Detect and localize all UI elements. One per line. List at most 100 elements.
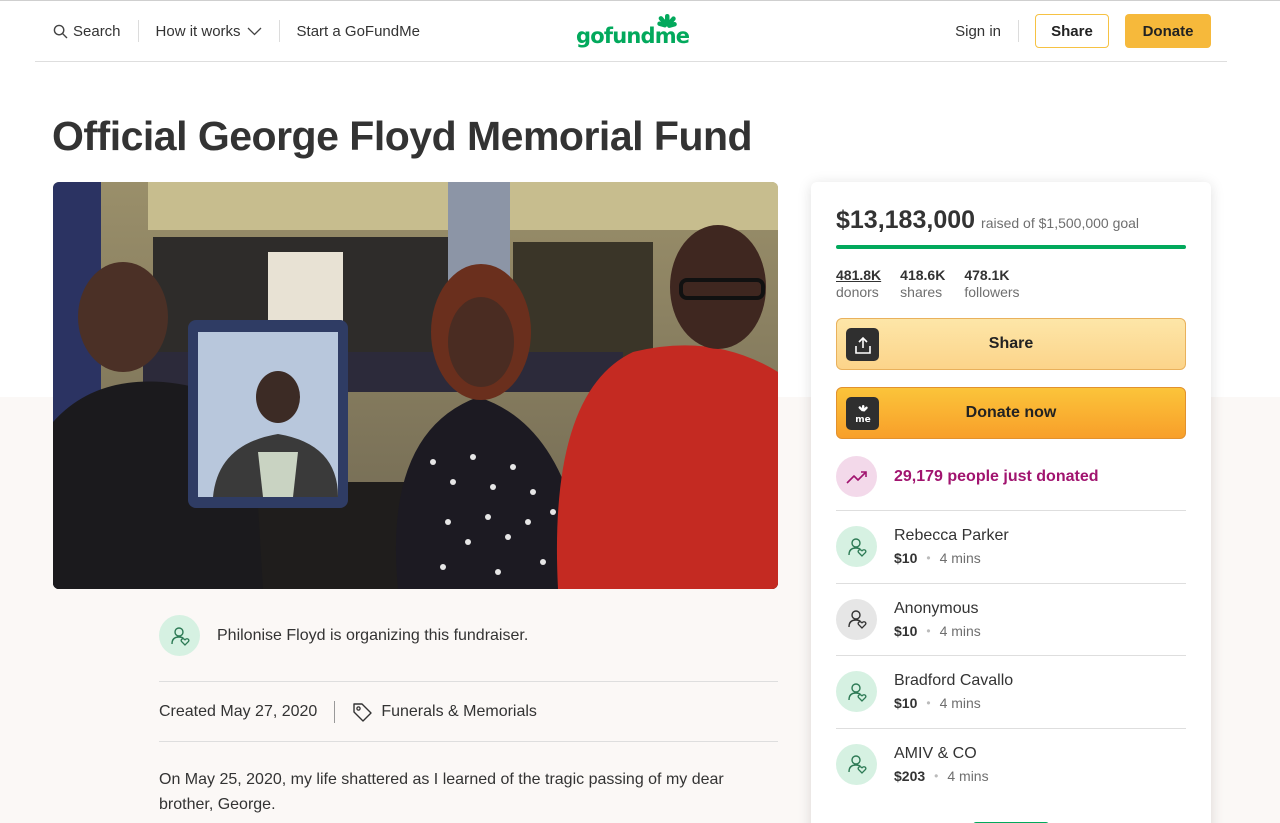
donate-now-button[interactable]: me Donate now bbox=[836, 387, 1186, 439]
gofundme-me-icon: me bbox=[855, 404, 870, 424]
tag-icon bbox=[353, 702, 373, 722]
how-it-works-menu[interactable]: How it works bbox=[156, 23, 262, 40]
stat-shares: 418.6K shares bbox=[900, 267, 945, 301]
search-link[interactable]: Search bbox=[53, 23, 121, 40]
stat-number: 418.6K bbox=[900, 267, 946, 283]
nav-divider bbox=[1018, 20, 1019, 42]
stat-label: donors bbox=[836, 284, 879, 300]
start-gofundme-link[interactable]: Start a GoFundMe bbox=[297, 23, 420, 40]
raised-summary: $13,183,000 raised of $1,500,000 goal bbox=[836, 206, 1139, 235]
campaign-meta: Created May 27, 2020 Funerals & Memorial… bbox=[159, 700, 537, 724]
progress-fill bbox=[836, 245, 1186, 249]
donor-info: Bradford Cavallo $10 • 4 mins bbox=[894, 671, 1013, 712]
header-nav-right: Sign in Share Donate bbox=[955, 1, 1211, 61]
donor-name: Anonymous bbox=[894, 599, 979, 617]
divider bbox=[159, 681, 778, 682]
created-date: Created May 27, 2020 bbox=[159, 703, 318, 720]
how-it-works-label: How it works bbox=[155, 22, 241, 40]
donor-avatar bbox=[836, 598, 877, 640]
campaign-story: On May 25, 2020, my life shattered as I … bbox=[159, 771, 724, 813]
site-header: Search How it works Start a GoFundMe gof… bbox=[35, 1, 1227, 62]
stat-number: 481.8K bbox=[836, 267, 882, 283]
donor-details: $10 • 4 mins bbox=[894, 622, 981, 640]
user-heart-icon bbox=[847, 683, 867, 702]
start-gofundme-label: Start a GoFundMe bbox=[296, 22, 420, 40]
stat-number: 478.1K bbox=[964, 267, 1010, 283]
header-share-button[interactable]: Share bbox=[1035, 14, 1109, 48]
donor-name: Rebecca Parker bbox=[894, 527, 1009, 545]
header-nav-left: Search How it works Start a GoFundMe bbox=[53, 1, 420, 61]
donor-avatar bbox=[836, 671, 877, 713]
category-label: Funerals & Memorials bbox=[381, 703, 537, 720]
just-donated-text: 29,179 people just donated bbox=[894, 467, 1099, 485]
progress-bar bbox=[836, 245, 1186, 249]
user-heart-icon bbox=[847, 538, 867, 557]
share-button-label: Share bbox=[988, 335, 1034, 352]
donor-details: $10 • 4 mins bbox=[894, 549, 1009, 567]
donor-name: Bradford Cavallo bbox=[894, 672, 1014, 690]
donation-item: Anonymous $10 • 4 mins bbox=[836, 582, 1186, 656]
organizer-text: Philonise Floyd is organizing this fundr… bbox=[217, 626, 529, 644]
trend-icon-circle bbox=[836, 456, 877, 497]
chevron-down-icon bbox=[247, 27, 262, 35]
recent-donations-list: Rebecca Parker $10 • 4 mins Anonymous $1… bbox=[836, 510, 1186, 800]
raised-amount: $13,183,000 bbox=[836, 206, 976, 234]
divider bbox=[159, 741, 778, 742]
donor-details: $203 • 4 mins bbox=[894, 767, 989, 785]
share-upload-icon bbox=[854, 336, 871, 354]
donation-sidebar: $13,183,000 raised of $1,500,000 goal 48… bbox=[811, 182, 1211, 823]
donation-time: 4 mins bbox=[939, 622, 981, 639]
donor-info: AMIV & CO $203 • 4 mins bbox=[894, 744, 989, 785]
donor-avatar bbox=[836, 743, 877, 785]
donate-icon-box: me bbox=[846, 397, 879, 430]
bullet-separator: • bbox=[926, 623, 931, 638]
organizer-row: Philonise Floyd is organizing this fundr… bbox=[159, 615, 528, 656]
search-icon bbox=[53, 24, 68, 38]
share-button[interactable]: Share bbox=[836, 318, 1186, 370]
donation-amount: $10 bbox=[894, 622, 918, 639]
category-link[interactable]: Funerals & Memorials bbox=[352, 702, 537, 723]
meta-divider bbox=[334, 701, 336, 723]
raised-goal: raised of $1,500,000 goal bbox=[981, 215, 1140, 231]
user-heart-icon bbox=[847, 610, 867, 630]
nav-divider bbox=[278, 20, 280, 42]
donation-item: AMIV & CO $203 • 4 mins bbox=[836, 727, 1186, 801]
donor-avatar bbox=[836, 526, 877, 568]
donation-time: 4 mins bbox=[947, 767, 989, 784]
bullet-separator: • bbox=[934, 768, 939, 783]
nav-divider bbox=[137, 20, 139, 42]
recent-activity[interactable]: 29,179 people just donated bbox=[836, 456, 1099, 497]
search-label: Search bbox=[73, 22, 121, 40]
user-heart-icon bbox=[170, 626, 190, 646]
campaign-photo-image bbox=[53, 182, 778, 589]
trending-up-icon bbox=[845, 470, 867, 484]
stat-followers: 478.1K followers bbox=[964, 267, 1019, 301]
logo-wordmark: gofundme bbox=[576, 24, 690, 48]
donation-time: 4 mins bbox=[939, 695, 981, 712]
bullet-separator: • bbox=[926, 551, 931, 566]
donation-amount: $203 bbox=[894, 767, 926, 784]
stat-label: shares bbox=[900, 284, 943, 300]
donor-info: Anonymous $10 • 4 mins bbox=[894, 599, 981, 640]
header-donate-button[interactable]: Donate bbox=[1125, 14, 1211, 48]
sign-in-link[interactable]: Sign in bbox=[955, 23, 1001, 40]
stat-label: followers bbox=[964, 284, 1020, 300]
donation-amount: $10 bbox=[894, 695, 918, 712]
campaign-photo[interactable] bbox=[53, 182, 778, 589]
svg-text:me: me bbox=[855, 415, 870, 424]
donor-details: $10 • 4 mins bbox=[894, 694, 1013, 712]
gofundme-logo[interactable]: gofundme bbox=[576, 11, 696, 51]
page-title: Official George Floyd Memorial Fund bbox=[52, 113, 753, 159]
donate-now-label: Donate now bbox=[965, 404, 1057, 421]
donation-item: Rebecca Parker $10 • 4 mins bbox=[836, 510, 1186, 583]
donation-time: 4 mins bbox=[939, 550, 981, 567]
bullet-separator: • bbox=[926, 696, 931, 711]
share-icon-box bbox=[846, 328, 879, 361]
user-heart-icon bbox=[847, 755, 867, 775]
organizer-avatar bbox=[159, 615, 200, 656]
donor-name: AMIV & CO bbox=[894, 744, 977, 762]
donor-info: Rebecca Parker $10 • 4 mins bbox=[894, 526, 1009, 567]
campaign-stats: 481.8K donors 418.6K shares 478.1K follo… bbox=[836, 267, 1039, 301]
stat-donors[interactable]: 481.8K donors bbox=[836, 267, 881, 301]
donation-amount: $10 bbox=[894, 550, 918, 567]
